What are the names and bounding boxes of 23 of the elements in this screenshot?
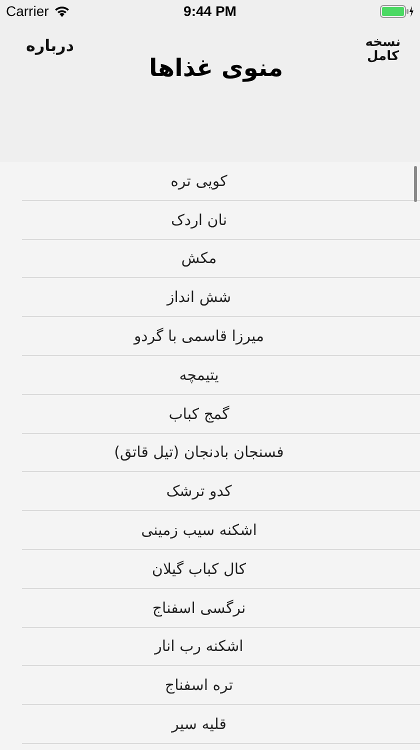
menu-item[interactable]: نرگسی اسفناج bbox=[152, 598, 246, 617]
menu-item[interactable]: فسنجان بادنجان (تیل قاتق) bbox=[114, 443, 284, 462]
menu-item[interactable]: تره اسفناج bbox=[164, 676, 234, 694]
full-version-button[interactable]: نسخه کامل bbox=[358, 36, 408, 65]
menu-item[interactable]: اشکنه رب انار bbox=[154, 637, 244, 656]
menu-item[interactable]: شش انداز bbox=[166, 288, 232, 306]
menu-item[interactable]: نان اردک bbox=[170, 210, 228, 229]
menu-item[interactable]: کویی تره bbox=[170, 172, 228, 190]
about-button[interactable]: درباره bbox=[26, 36, 74, 55]
scroll-indicator bbox=[414, 166, 417, 202]
battery-icon bbox=[380, 4, 414, 18]
wifi-icon bbox=[54, 5, 70, 17]
menu-item[interactable]: یتیمچه bbox=[179, 366, 219, 384]
app-title: منوی غذاها bbox=[148, 54, 284, 82]
menu-item[interactable]: مکش bbox=[181, 249, 217, 268]
menu-item[interactable]: کدو ترشک bbox=[166, 482, 232, 500]
carrier-label: Carrier bbox=[6, 3, 49, 19]
menu-item[interactable]: گمج کباب bbox=[168, 404, 230, 423]
menu-item[interactable]: میرزا قاسمی با گردو bbox=[134, 327, 264, 346]
menu-item[interactable]: اشکنه سیب زمینی bbox=[141, 521, 257, 540]
clock-time: 9:44 PM bbox=[184, 3, 236, 19]
menu-item[interactable]: کال کباب گیلان bbox=[152, 560, 246, 578]
menu-item[interactable]: قلیه سیر bbox=[172, 715, 226, 734]
